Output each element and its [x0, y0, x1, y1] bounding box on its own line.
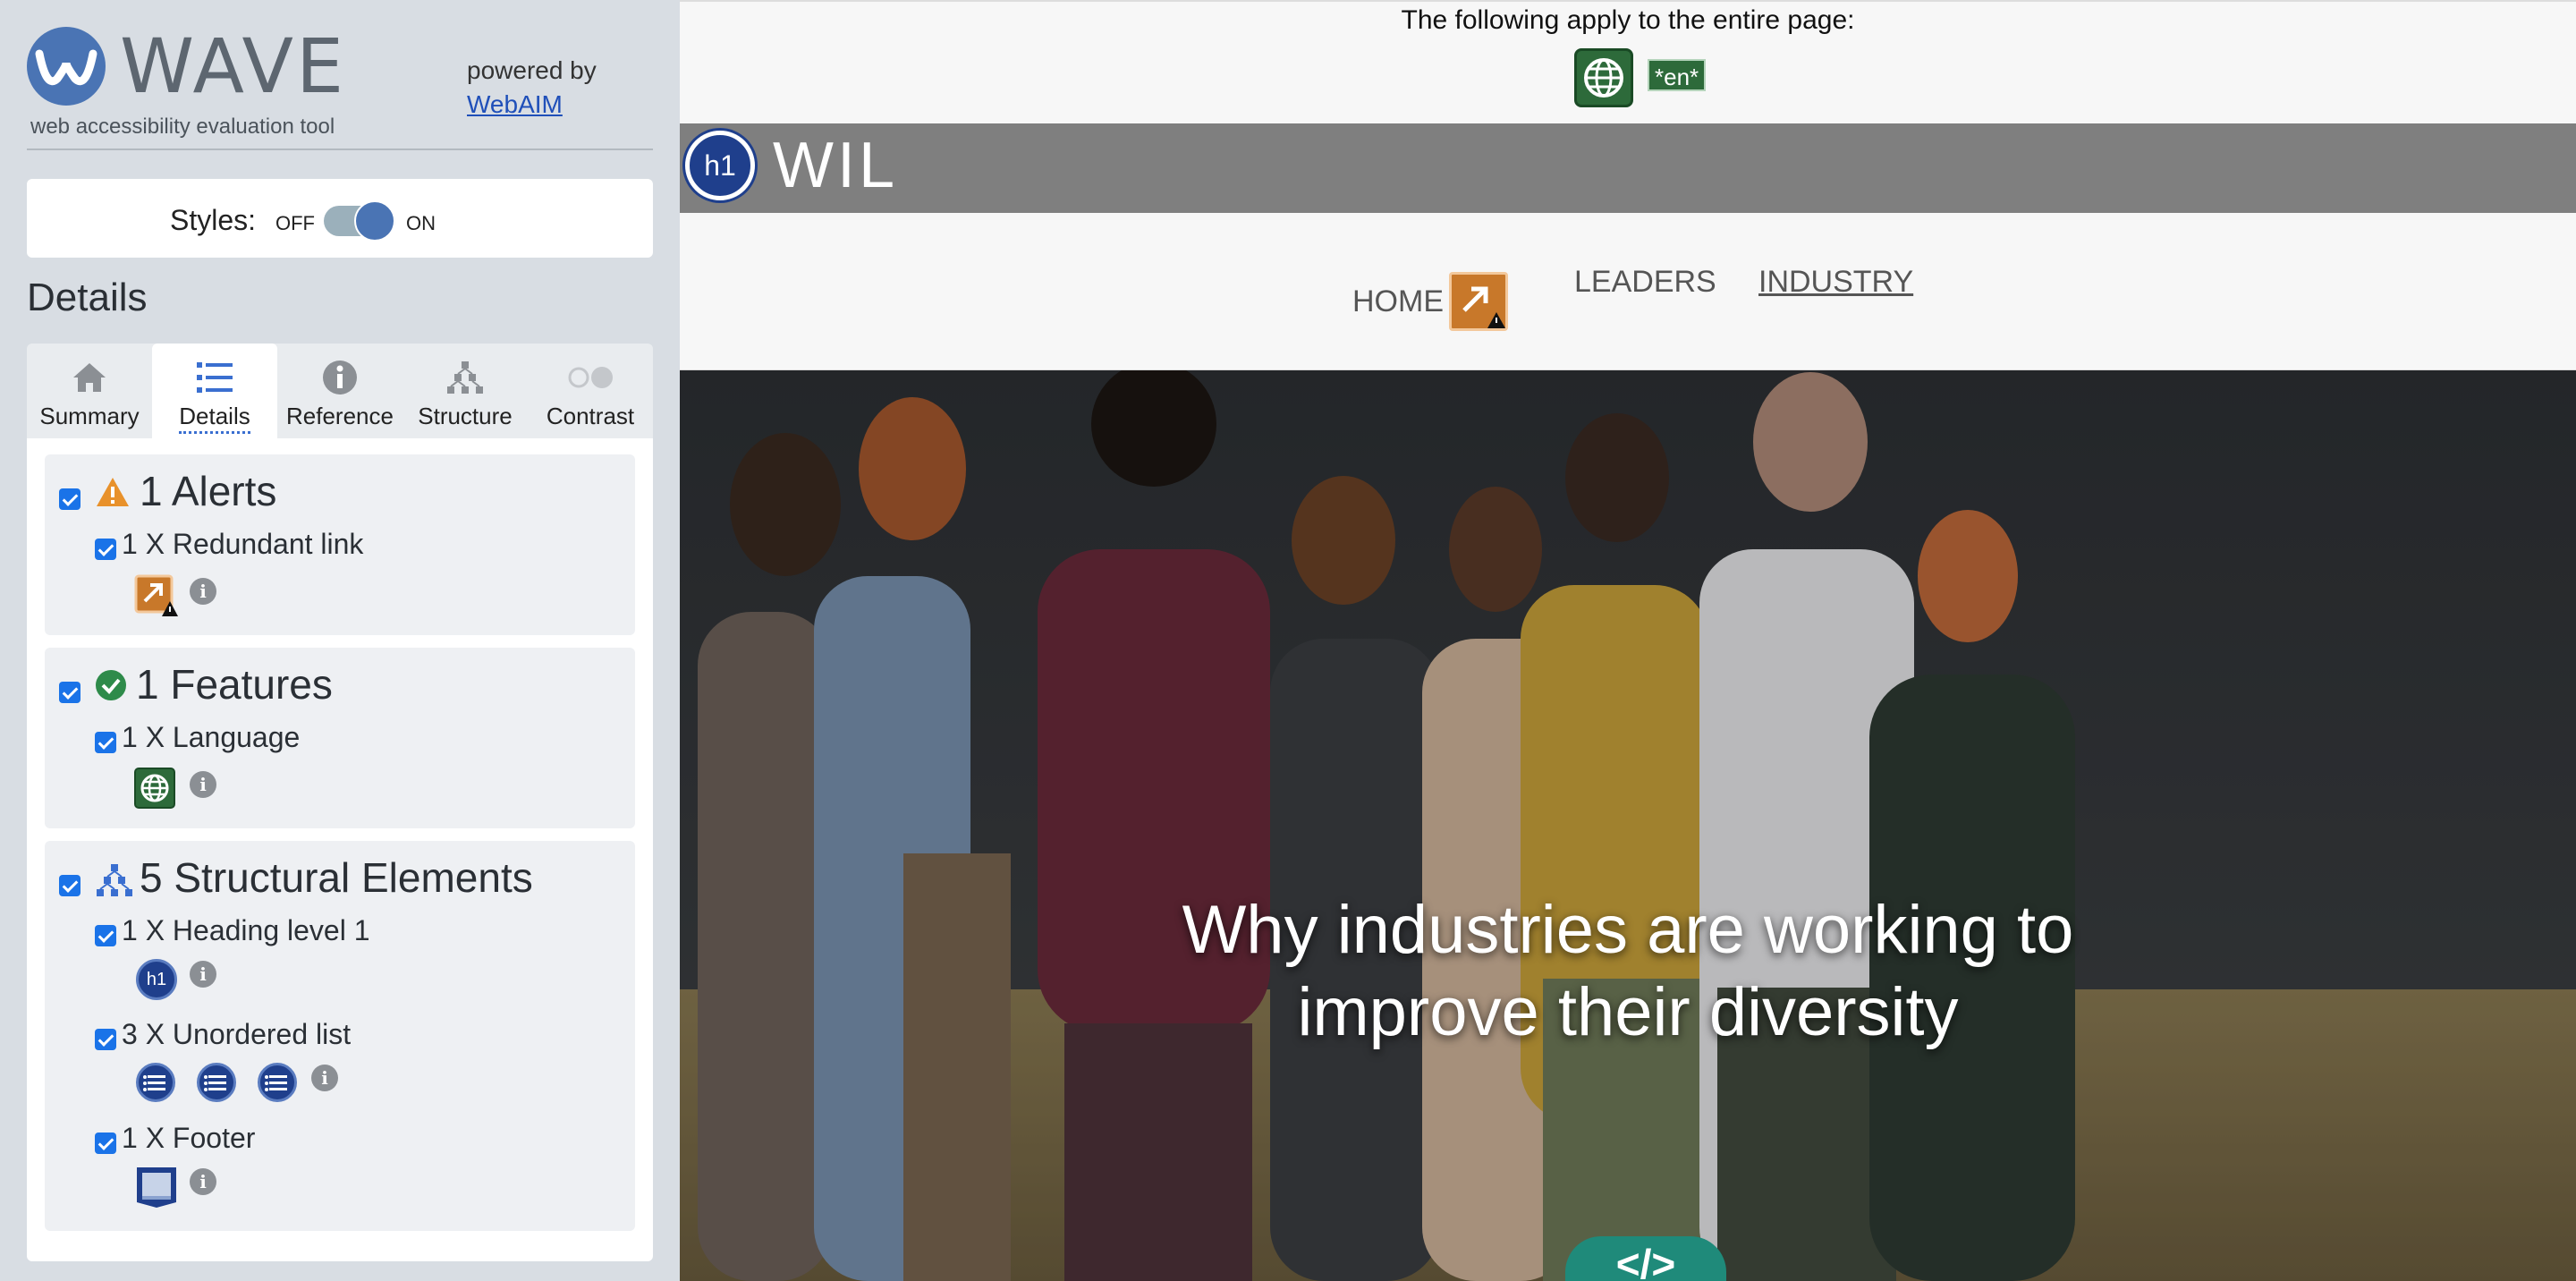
tab-details-label: Details	[152, 403, 277, 434]
nav-leaders[interactable]: LEADERS	[1574, 265, 1716, 300]
features-checkbox[interactable]	[59, 682, 80, 703]
evaluated-page: The following apply to the entire page: …	[680, 0, 2576, 1281]
footer-icon[interactable]	[134, 1165, 179, 1214]
tab-reference[interactable]: Reference	[277, 344, 402, 438]
tab-reference-label: Reference	[286, 403, 394, 429]
nav-industry[interactable]: INDUSTRY	[1758, 265, 1913, 300]
wave-logo[interactable]: WAVE web accessibility evaluation tool p…	[27, 27, 653, 143]
features-group: 1 Features 1 X Language i	[45, 648, 635, 828]
hero-title-line-2: improve their diversity	[1297, 974, 1959, 1050]
info-icon	[277, 356, 402, 399]
structural-group: 5 Structural Elements 1 X Heading level …	[45, 841, 635, 1231]
redundant-link-label: 1 X Redundant link	[122, 528, 364, 560]
redundant-link-info-icon[interactable]: i	[190, 578, 216, 605]
redundant-link-icon[interactable]	[1449, 272, 1508, 331]
divider	[27, 148, 653, 150]
unordered-list-icon[interactable]	[136, 1063, 175, 1102]
details-panel: 1 Alerts 1 X Redundant link i 1 Features…	[27, 438, 653, 1261]
structure-icon	[95, 862, 134, 903]
page-wide-label: The following apply to the entire page:	[1401, 5, 1855, 35]
hero-title-line-1: Why industries are working to	[1182, 892, 2074, 968]
language-label: 1 X Language	[122, 721, 301, 753]
styles-off-label: OFF	[275, 212, 315, 234]
styles-toggle-knob[interactable]	[354, 200, 395, 242]
features-title: 1 Features	[136, 661, 333, 708]
site-title: WIL	[773, 130, 899, 201]
wave-logo-subtitle: web accessibility evaluation tool	[30, 115, 335, 139]
h1-icon[interactable]: h1	[685, 131, 755, 200]
unordered-list-label: 3 X Unordered list	[122, 1018, 352, 1050]
webaim-link[interactable]: WebAIM	[467, 88, 597, 122]
details-heading: Details	[27, 276, 148, 319]
language-icon[interactable]	[1574, 48, 1633, 107]
styles-toggle-panel: Styles: OFF ON	[27, 179, 653, 258]
language-tag[interactable]: *en*	[1648, 59, 1707, 91]
alert-icon	[95, 476, 131, 513]
language-icon[interactable]	[134, 768, 175, 813]
powered-by-label: powered by	[467, 56, 597, 84]
heading-checkbox[interactable]	[95, 925, 116, 946]
hero-title: Why industries are working to improve th…	[680, 889, 2576, 1054]
footer-checkbox[interactable]	[95, 1133, 116, 1154]
heading-level-1-label: 1 X Heading level 1	[122, 914, 370, 946]
home-icon	[27, 356, 152, 399]
styles-on-label: ON	[406, 212, 436, 234]
tab-structure[interactable]: Structure	[402, 344, 528, 438]
site-header: h1 WIL	[680, 123, 2576, 213]
tab-details[interactable]: Details	[152, 344, 277, 438]
tab-structure-label: Structure	[418, 403, 513, 429]
wave-tabs: Summary Details Reference Structure Cont…	[27, 344, 653, 438]
powered-by: powered by WebAIM	[467, 54, 597, 122]
structure-icon	[402, 356, 528, 399]
tab-contrast-label: Contrast	[546, 403, 635, 429]
alerts-group: 1 Alerts 1 X Redundant link i	[45, 454, 635, 635]
code-toggle-icon[interactable]: </>	[1565, 1236, 1726, 1281]
tab-summary[interactable]: Summary	[27, 344, 152, 438]
wave-logo-word: WAVE	[120, 22, 347, 110]
structural-checkbox[interactable]	[59, 875, 80, 896]
redundant-link-checkbox[interactable]	[95, 539, 116, 560]
page-wide-icons-bar: The following apply to the entire page: …	[680, 0, 2576, 123]
nav-home[interactable]: HOME	[1352, 284, 1444, 319]
footer-info-icon[interactable]: i	[190, 1168, 216, 1195]
wave-logo-icon	[27, 27, 106, 106]
language-checkbox[interactable]	[95, 732, 116, 753]
unordered-list-info-icon[interactable]: i	[311, 1065, 338, 1091]
heading-info-icon[interactable]: i	[190, 961, 216, 988]
wave-sidebar: WAVE web accessibility evaluation tool p…	[0, 0, 680, 1281]
styles-label: Styles:	[170, 204, 257, 236]
unordered-list-checkbox[interactable]	[95, 1029, 116, 1050]
hero-banner: Why industries are working to improve th…	[680, 370, 2576, 1281]
contrast-icon	[528, 356, 653, 399]
redundant-link-icon[interactable]	[134, 574, 179, 624]
list-icon	[152, 356, 277, 399]
h1-icon[interactable]: h1	[136, 959, 177, 1000]
hero-image	[680, 370, 2576, 1281]
alerts-title: 1 Alerts	[140, 468, 277, 514]
alerts-checkbox[interactable]	[59, 488, 80, 510]
site-nav: HOME LEADERS INDUSTRY	[680, 213, 2576, 370]
footer-label: 1 X Footer	[122, 1122, 256, 1154]
tab-summary-label: Summary	[39, 403, 140, 429]
language-info-icon[interactable]: i	[190, 771, 216, 798]
check-circle-icon	[95, 669, 127, 706]
unordered-list-icon[interactable]	[258, 1063, 297, 1102]
structural-title: 5 Structural Elements	[140, 854, 533, 901]
tab-contrast[interactable]: Contrast	[528, 344, 653, 438]
unordered-list-icon[interactable]	[197, 1063, 236, 1102]
